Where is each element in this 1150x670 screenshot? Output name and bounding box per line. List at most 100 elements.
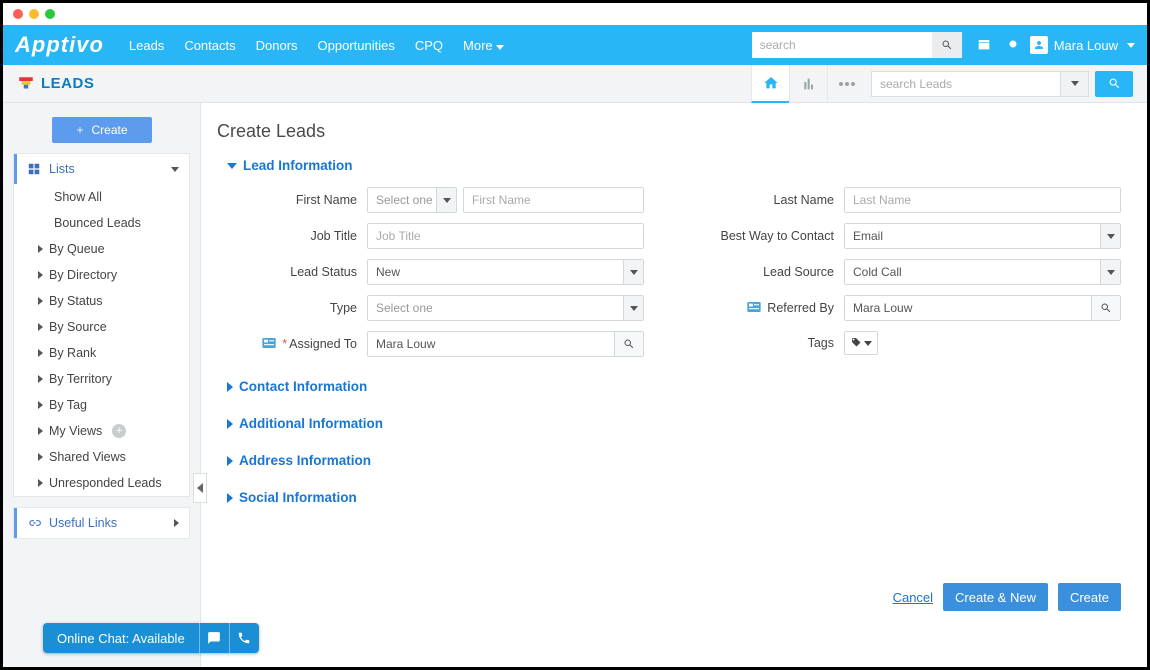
chevron-right-icon	[38, 323, 43, 331]
chevron-right-icon	[227, 456, 233, 466]
chat-widget[interactable]: Online Chat: Available	[43, 623, 259, 653]
nav-leads[interactable]: Leads	[129, 38, 164, 53]
chevron-down-icon	[864, 341, 872, 346]
row-last-name: Last Name	[704, 187, 1121, 213]
chevron-right-icon	[38, 297, 43, 305]
card-icon	[262, 337, 276, 351]
brand-logo[interactable]: Apptivo	[15, 32, 104, 58]
home-button[interactable]	[751, 65, 789, 103]
maximize-dot-icon[interactable]	[45, 9, 55, 19]
list-item-by-queue[interactable]: By Queue	[14, 236, 189, 262]
list-item-by-rank[interactable]: By Rank	[14, 340, 189, 366]
nav-opportunities[interactable]: Opportunities	[318, 38, 395, 53]
add-view-icon[interactable]: +	[112, 424, 126, 438]
chevron-down-icon	[630, 270, 638, 275]
chart-button[interactable]	[789, 65, 827, 103]
list-item-by-source[interactable]: By Source	[14, 314, 189, 340]
top-utility-icons	[976, 36, 1020, 55]
list-item-by-status[interactable]: By Status	[14, 288, 189, 314]
user-menu[interactable]: Mara Louw	[1030, 36, 1135, 54]
chevron-right-icon	[38, 271, 43, 279]
first-name-input[interactable]	[463, 187, 644, 213]
assigned-to-lookup	[367, 331, 644, 357]
section-contact-info: Contact Information	[227, 379, 1121, 394]
create-and-new-button[interactable]: Create & New	[943, 583, 1048, 611]
assigned-to-input[interactable]	[367, 331, 614, 357]
global-search-button[interactable]	[932, 32, 962, 58]
list-item-my-views[interactable]: My Views+	[14, 418, 189, 444]
nav-contacts[interactable]: Contacts	[184, 38, 235, 53]
sidebar: Create Lists Show All Bounced Leads By Q…	[3, 103, 201, 667]
chat-phone-icon[interactable]	[229, 623, 259, 653]
section-contact-info-header[interactable]: Contact Information	[227, 379, 1121, 394]
tag-icon	[850, 337, 862, 349]
chevron-right-icon	[38, 245, 43, 253]
global-search	[752, 32, 962, 58]
global-search-input[interactable]	[752, 32, 932, 58]
referred-by-search-button[interactable]	[1091, 295, 1121, 321]
search-icon	[1100, 302, 1112, 314]
module-search-dropdown[interactable]	[1061, 71, 1089, 97]
nav-cpq[interactable]: CPQ	[415, 38, 443, 53]
close-dot-icon[interactable]	[13, 9, 23, 19]
type-select[interactable]: Select one	[367, 295, 644, 321]
chevron-down-icon	[443, 198, 451, 203]
lead-info-form: First Name Select one Job Title Lead Sta…	[227, 187, 1121, 357]
chevron-right-icon	[227, 382, 233, 392]
referred-by-input[interactable]	[844, 295, 1091, 321]
section-address-info-header[interactable]: Address Information	[227, 453, 1121, 468]
lists-header[interactable]: Lists	[14, 154, 189, 184]
lead-status-select[interactable]: New	[367, 259, 644, 285]
row-tags: Tags	[704, 331, 1121, 355]
notifications-icon[interactable]	[1006, 37, 1020, 54]
list-item-show-all[interactable]: Show All	[14, 184, 189, 210]
create-button[interactable]: Create	[52, 117, 152, 143]
list-item-bounced[interactable]: Bounced Leads	[14, 210, 189, 236]
module-search-input[interactable]	[871, 71, 1061, 97]
chat-message-icon[interactable]	[199, 623, 229, 653]
list-item-unresponded[interactable]: Unresponded Leads	[14, 470, 189, 496]
label-assigned-to: *Assigned To	[227, 337, 367, 352]
search-icon	[623, 338, 635, 350]
grid-icon	[27, 162, 41, 176]
best-contact-select[interactable]: Email	[844, 223, 1121, 249]
search-icon	[941, 39, 953, 51]
chevron-down-icon	[1107, 270, 1115, 275]
lead-source-select[interactable]: Cold Call	[844, 259, 1121, 285]
label-best-contact: Best Way to Contact	[704, 229, 844, 243]
job-title-input[interactable]	[367, 223, 644, 249]
cancel-link[interactable]: Cancel	[893, 590, 933, 605]
chevron-right-icon	[227, 419, 233, 429]
list-item-shared-views[interactable]: Shared Views	[14, 444, 189, 470]
sidebar-collapse-handle[interactable]	[193, 473, 207, 503]
section-lead-info-header[interactable]: Lead Information	[227, 158, 1121, 173]
list-item-by-tag[interactable]: By Tag	[14, 392, 189, 418]
store-icon[interactable]	[976, 36, 992, 55]
page-title: Create Leads	[217, 121, 1121, 142]
chevron-down-icon	[1107, 234, 1115, 239]
chevron-right-icon	[38, 401, 43, 409]
create-submit-button[interactable]: Create	[1058, 583, 1121, 611]
row-lead-status: Lead Status New	[227, 259, 644, 285]
nav-more[interactable]: More	[463, 38, 504, 53]
list-item-by-territory[interactable]: By Territory	[14, 366, 189, 392]
row-first-name: First Name Select one	[227, 187, 644, 213]
lists-items: Show All Bounced Leads By Queue By Direc…	[14, 184, 189, 496]
list-item-by-directory[interactable]: By Directory	[14, 262, 189, 288]
nav-donors[interactable]: Donors	[256, 38, 298, 53]
more-options-button[interactable]	[827, 65, 865, 103]
chat-status-text: Online Chat: Available	[43, 631, 199, 646]
referred-by-lookup	[844, 295, 1121, 321]
useful-links-card[interactable]: Useful Links	[13, 507, 190, 539]
salutation-select[interactable]: Select one	[367, 187, 457, 213]
assigned-to-search-button[interactable]	[614, 331, 644, 357]
tags-add-button[interactable]	[844, 331, 878, 355]
row-best-contact: Best Way to Contact Email	[704, 223, 1121, 249]
section-social-info-header[interactable]: Social Information	[227, 490, 1121, 505]
minimize-dot-icon[interactable]	[29, 9, 39, 19]
label-lead-status: Lead Status	[227, 265, 367, 279]
section-additional-info-header[interactable]: Additional Information	[227, 416, 1121, 431]
last-name-input[interactable]	[844, 187, 1121, 213]
module-search-button[interactable]	[1095, 71, 1133, 97]
label-tags: Tags	[704, 336, 844, 350]
